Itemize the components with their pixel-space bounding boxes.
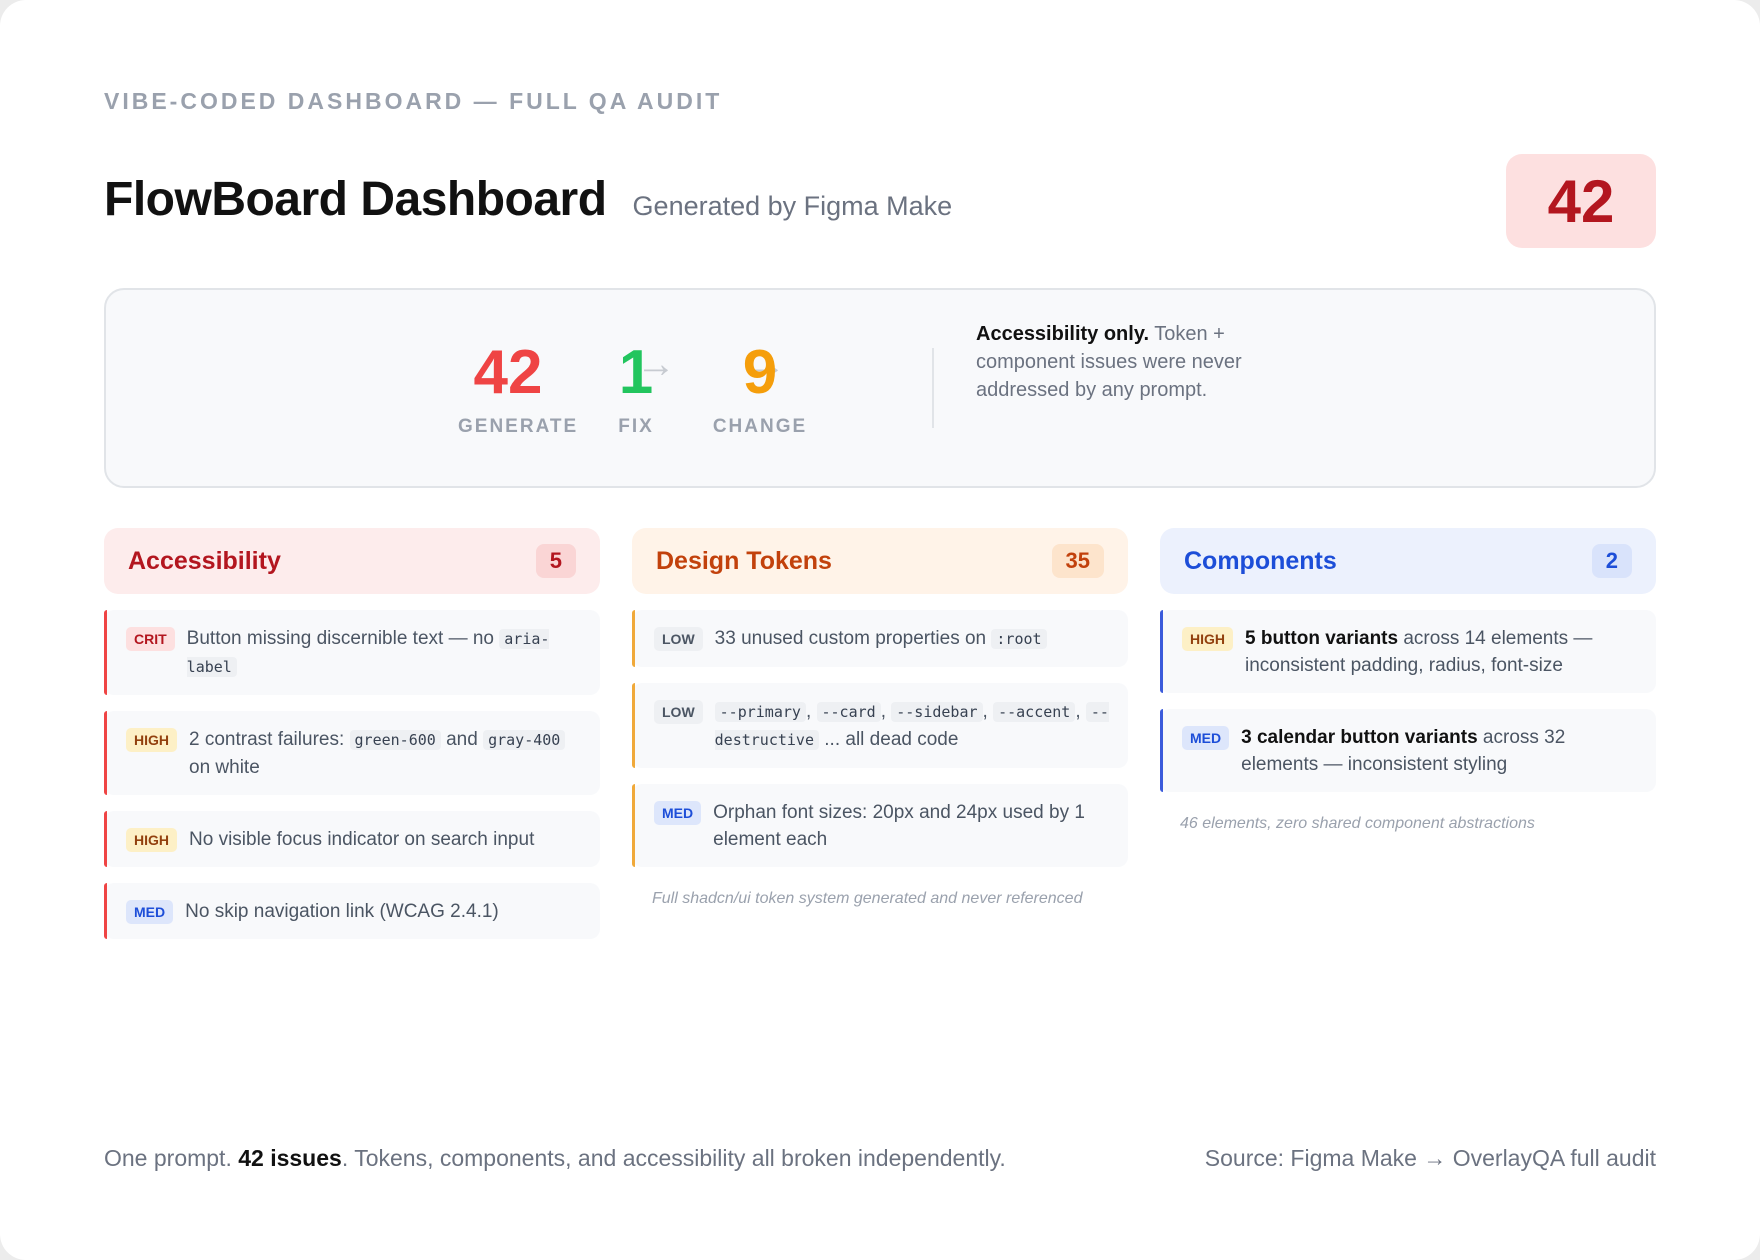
severity-tag-med: MED: [126, 900, 174, 924]
issue-item: HIGH 2 contrast failures: green-600 and …: [104, 711, 600, 795]
column-header-components: Components 2: [1160, 528, 1656, 594]
column-header-accessibility: Accessibility 5: [104, 528, 600, 594]
issue-item: MED No skip navigation link (WCAG 2.4.1): [104, 883, 600, 939]
audit-card: VIBE-CODED DASHBOARD — FULL QA AUDIT Flo…: [0, 0, 1760, 1260]
issue-text: 2 contrast failures: green-600 and gray-…: [189, 726, 582, 781]
issue-text: 33 unused custom properties on :root: [715, 625, 1047, 653]
page-subtitle: Generated by Figma Make: [632, 191, 953, 221]
column-title: Components: [1184, 546, 1337, 575]
page-title: FlowBoard Dashboard: [104, 173, 607, 226]
code-snippet: green-600: [349, 730, 441, 750]
issue-text-part: 33 unused custom properties on: [714, 628, 992, 649]
column-design-tokens: Design Tokens 35 LOW 33 unused custom pr…: [632, 528, 1128, 909]
issue-text-part: ... all dead code: [819, 729, 959, 750]
severity-tag-high: HIGH: [126, 728, 177, 752]
stat-change-label: CHANGE: [712, 416, 808, 437]
issue-text-bold: 5 button variants: [1245, 628, 1399, 649]
code-snippet: :root: [991, 629, 1047, 649]
summary-note: Accessibility only. Token + component is…: [976, 320, 1246, 404]
summary-divider: [932, 348, 934, 428]
issue-text-part: and: [440, 729, 484, 750]
issue-text-part: 2 contrast failures:: [189, 729, 350, 750]
summary-note-bold: Accessibility only.: [976, 323, 1150, 345]
code-snippet: --primary: [714, 702, 806, 722]
stat-change-value: 9: [742, 338, 778, 407]
footer-text: One prompt.: [104, 1145, 239, 1171]
column-header-design-tokens: Design Tokens 35: [632, 528, 1128, 594]
severity-tag-high: HIGH: [1182, 627, 1233, 651]
issue-text-part: on white: [189, 757, 260, 778]
separator: ,: [805, 701, 817, 722]
issue-item: LOW --primary, --card, --sidebar, --acce…: [632, 683, 1128, 768]
stat-fix-value: 1: [618, 338, 654, 407]
severity-tag-high: HIGH: [126, 828, 177, 852]
column-title: Design Tokens: [656, 546, 832, 575]
code-snippet: --card: [816, 702, 881, 722]
column-components: Components 2 HIGH 5 button variants acro…: [1160, 528, 1656, 834]
code-snippet: --sidebar: [891, 702, 983, 722]
column-footnote: Full shadcn/ui token system generated an…: [652, 890, 1083, 907]
footer-text: . Tokens, components, and accessibility …: [341, 1145, 1006, 1171]
issue-text: No skip navigation link (WCAG 2.4.1): [185, 901, 499, 922]
issue-item: HIGH No visible focus indicator on searc…: [104, 811, 600, 867]
issue-item: HIGH 5 button variants across 14 element…: [1160, 610, 1656, 693]
column-accessibility: Accessibility 5 CRIT Button missing disc…: [104, 528, 600, 939]
summary-panel: 42 GENERATE → 1 FIX → 9 CHANGE Accessibi…: [104, 288, 1656, 488]
footer-bold: 42 issues: [238, 1145, 342, 1171]
severity-tag-low: LOW: [654, 700, 703, 724]
eyebrow-label: VIBE-CODED DASHBOARD — FULL QA AUDIT: [104, 88, 723, 114]
total-issues-badge: 42: [1506, 154, 1656, 248]
issue-text: Button missing discernible text — no ari…: [186, 625, 582, 681]
stat-fix: 1 FIX: [586, 342, 686, 438]
stat-generate-value: 42: [473, 338, 543, 407]
column-count-badge: 2: [1591, 544, 1632, 578]
column-count-badge: 5: [535, 544, 576, 578]
issue-text: Orphan font sizes: 20px and 24px used by…: [713, 802, 1085, 850]
footer-source: Source: Figma Make → OverlayQA full audi…: [1204, 1145, 1656, 1171]
issue-text: --primary, --card, --sidebar, --accent, …: [714, 698, 1110, 754]
stat-generate-label: GENERATE: [458, 416, 579, 437]
code-snippet: --accent: [993, 702, 1076, 722]
issue-item: LOW 33 unused custom properties on :root: [632, 610, 1128, 667]
issue-item: CRIT Button missing discernible text — n…: [104, 610, 600, 695]
stat-fix-label: FIX: [618, 416, 654, 437]
title-row: FlowBoard Dashboard Generated by Figma M…: [104, 172, 952, 227]
severity-tag-med: MED: [654, 801, 702, 825]
severity-tag-med: MED: [1182, 726, 1230, 750]
issue-item: MED Orphan font sizes: 20px and 24px use…: [632, 784, 1128, 867]
column-footnote: 46 elements, zero shared component abstr…: [1180, 815, 1535, 832]
issue-text: 5 button variants across 14 elements — i…: [1245, 625, 1638, 679]
separator: ,: [982, 701, 994, 722]
issue-item: MED 3 calendar button variants across 32…: [1160, 709, 1656, 792]
issue-text: No visible focus indicator on search inp…: [189, 829, 535, 850]
issue-text-bold: 3 calendar button variants: [1241, 727, 1478, 748]
severity-tag-crit: CRIT: [126, 627, 175, 651]
code-snippet: gray-400: [483, 730, 566, 750]
column-title: Accessibility: [128, 546, 281, 575]
separator: ,: [1075, 701, 1086, 722]
separator: ,: [880, 701, 892, 722]
severity-tag-low: LOW: [654, 627, 703, 651]
stat-generate: 42 GENERATE: [458, 338, 579, 438]
issue-text-part: Button missing discernible text — no: [186, 628, 500, 649]
column-count-badge: 35: [1051, 544, 1104, 578]
stat-change: 9 CHANGE: [702, 342, 818, 438]
issue-text: 3 calendar button variants across 32 ele…: [1241, 724, 1638, 778]
footer-summary: One prompt. 42 issues. Tokens, component…: [104, 1145, 1006, 1172]
